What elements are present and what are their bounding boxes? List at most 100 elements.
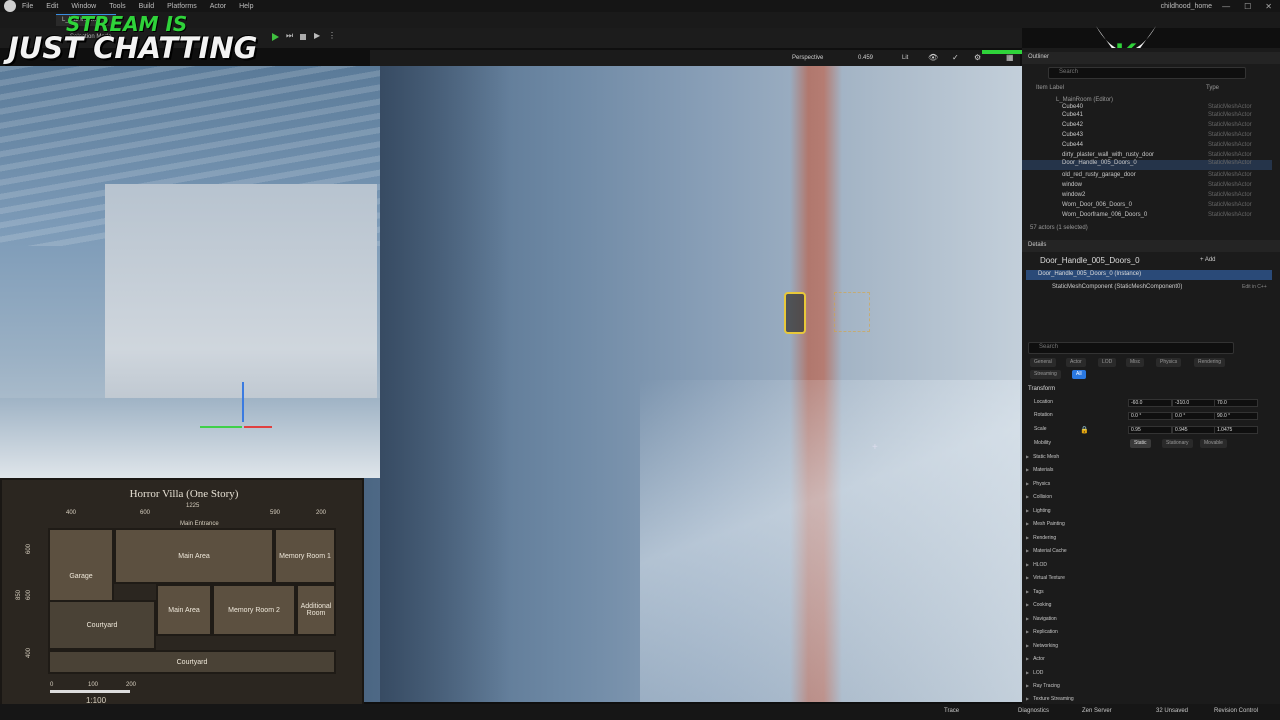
stop-icon[interactable] (300, 34, 306, 40)
menu-window[interactable]: Window (71, 3, 96, 10)
category-material-cache[interactable]: Material Cache (1026, 548, 1067, 554)
filter-rendering[interactable]: Rendering (1194, 358, 1226, 367)
outliner-row[interactable]: Worn_Door_006_Doors_0 StaticMeshActor (1022, 202, 1272, 212)
category-ray-tracing[interactable]: Ray Tracing (1026, 683, 1060, 689)
location-x[interactable]: -60.0 (1128, 399, 1172, 407)
outliner-row[interactable]: Cube41 StaticMeshActor (1022, 112, 1272, 122)
category-collision[interactable]: Collision (1026, 494, 1052, 500)
filter-physics[interactable]: Physics (1156, 358, 1182, 367)
rotation-dropdown[interactable]: Rotation (1034, 412, 1053, 422)
rotation-z[interactable]: 90.0 ° (1214, 412, 1258, 420)
component-row[interactable]: StaticMeshComponent (StaticMeshComponent… (1052, 284, 1182, 290)
gizmo-z-axis[interactable] (242, 382, 244, 422)
category-replication[interactable]: Replication (1026, 629, 1058, 635)
more-options-icon[interactable]: ⋮ (328, 31, 336, 40)
revision-control-button[interactable]: Revision Control (1214, 708, 1258, 714)
filter-general[interactable]: General (1030, 358, 1056, 367)
gizmo-x-axis[interactable] (244, 426, 272, 428)
edit-in-cpp-link[interactable]: Edit in C++ (1242, 284, 1267, 290)
category-rendering[interactable]: Rendering (1026, 535, 1056, 541)
scale-x[interactable]: 0.95 (1128, 426, 1172, 434)
filter-all[interactable]: All (1072, 370, 1086, 379)
perspective-dropdown[interactable]: Perspective (792, 55, 823, 61)
category-mesh-painting[interactable]: Mesh Painting (1026, 521, 1065, 527)
category-hlod[interactable]: HLOD (1026, 562, 1047, 568)
gizmo-y-axis[interactable] (200, 426, 242, 428)
menu-actor[interactable]: Actor (210, 3, 226, 10)
details-title: Details (1028, 242, 1047, 248)
step-icon[interactable]: ⏭ (286, 31, 293, 41)
details-actor-name[interactable]: Door_Handle_005_Doors_0 (1040, 256, 1140, 265)
transform-header[interactable]: Transform (1028, 386, 1055, 392)
unreal-logo-icon[interactable] (4, 0, 16, 12)
location-dropdown[interactable]: Location (1034, 399, 1053, 409)
filter-lod[interactable]: LOD (1098, 358, 1117, 367)
door-handle-selected[interactable] (784, 292, 806, 334)
scale-dropdown[interactable]: Scale (1034, 426, 1047, 436)
add-component-button[interactable]: + Add (1200, 257, 1216, 263)
outliner-row[interactable]: window StaticMeshActor (1022, 182, 1272, 192)
settings-icon[interactable]: ⚙ (974, 53, 981, 62)
rotation-x[interactable]: 0.0 ° (1128, 412, 1172, 420)
menu-platforms[interactable]: Platforms (167, 3, 197, 10)
menu-help[interactable]: Help (239, 3, 253, 10)
col-type[interactable]: Type (1206, 85, 1219, 91)
category-networking[interactable]: Networking (1026, 643, 1058, 649)
mobility-stationary[interactable]: Stationary (1162, 439, 1193, 448)
rotation-y[interactable]: 0.0 ° (1172, 412, 1216, 420)
menu-tools[interactable]: Tools (109, 3, 125, 10)
unsaved-button[interactable]: 32 Unsaved (1156, 708, 1188, 714)
category-cooking[interactable]: Cooking (1026, 602, 1051, 608)
details-tab[interactable]: Details (1022, 240, 1280, 252)
outliner-root[interactable]: L_MainRoom (Editor) (1056, 97, 1113, 103)
close-button[interactable]: ✕ (1265, 2, 1272, 11)
category-static-mesh[interactable]: Static Mesh (1026, 454, 1059, 460)
category-tags[interactable]: Tags (1026, 589, 1044, 595)
mobility-static[interactable]: Static (1130, 439, 1151, 448)
category-physics[interactable]: Physics (1026, 481, 1050, 487)
outliner-row[interactable]: Cube44 StaticMeshActor (1022, 142, 1272, 152)
outliner-row[interactable]: Worn_Doorframe_006_Doors_0 StaticMeshActo… (1022, 212, 1272, 222)
outliner-search-input[interactable]: Search (1048, 67, 1246, 79)
filter-misc[interactable]: Misc (1126, 358, 1145, 367)
outliner-row[interactable]: Cube43 StaticMeshActor (1022, 132, 1272, 142)
diagnostics-button[interactable]: Diagnostics (1018, 708, 1049, 714)
menu-build[interactable]: Build (139, 3, 155, 10)
scale-y[interactable]: 0.945 (1172, 426, 1216, 434)
category-lighting[interactable]: Lighting (1026, 508, 1051, 514)
zen-server-button[interactable]: Zen Server (1082, 708, 1112, 714)
outliner-row[interactable]: window2 StaticMeshActor (1022, 192, 1272, 202)
location-z[interactable]: 70.0 (1214, 399, 1258, 407)
menu-file[interactable]: File (22, 3, 33, 10)
scale-z[interactable]: 1.0475 (1214, 426, 1258, 434)
filter-streaming[interactable]: Streaming (1030, 370, 1061, 379)
outliner-row-selected[interactable]: Door_Handle_005_Doors_0 StaticMeshActor (1022, 160, 1272, 170)
eject-icon[interactable]: ▶ (314, 31, 320, 40)
show-icon[interactable]: 👁 (928, 53, 938, 62)
details-search-input[interactable]: Search (1028, 342, 1234, 354)
category-navigation[interactable]: Navigation (1026, 616, 1057, 622)
outliner-row[interactable]: Cube42 StaticMeshActor (1022, 122, 1272, 132)
instance-row[interactable]: Door_Handle_005_Doors_0 (Instance) (1026, 270, 1272, 280)
mobility-movable[interactable]: Movable (1200, 439, 1227, 448)
filter-actor[interactable]: Actor (1066, 358, 1086, 367)
outliner-tab[interactable]: Outliner (1022, 52, 1280, 64)
menu-edit[interactable]: Edit (46, 3, 58, 10)
play-icon[interactable] (272, 33, 279, 41)
trace-button[interactable]: Trace (944, 708, 959, 714)
col-item-label[interactable]: Item Label (1036, 85, 1064, 91)
minimize-button[interactable]: — (1222, 2, 1230, 11)
category-materials[interactable]: Materials (1026, 467, 1053, 473)
fov-dropdown[interactable]: 0.459 (858, 55, 873, 61)
outliner-row[interactable]: old_red_rusty_garage_door StaticMeshActor (1022, 172, 1272, 182)
snap-icon[interactable]: ✓ (952, 53, 959, 62)
layout-icon[interactable]: ▦ (1006, 53, 1014, 62)
category-lod[interactable]: LOD (1026, 670, 1043, 676)
lit-dropdown[interactable]: Lit (902, 55, 908, 61)
category-texture-streaming[interactable]: Texture Streaming (1026, 696, 1074, 703)
maximize-button[interactable]: ☐ (1244, 2, 1251, 11)
lock-icon[interactable]: 🔒 (1080, 426, 1089, 434)
category-virtual-texture[interactable]: Virtual Texture (1026, 575, 1065, 581)
category-actor[interactable]: Actor (1026, 656, 1045, 662)
location-y[interactable]: -310.0 (1172, 399, 1216, 407)
